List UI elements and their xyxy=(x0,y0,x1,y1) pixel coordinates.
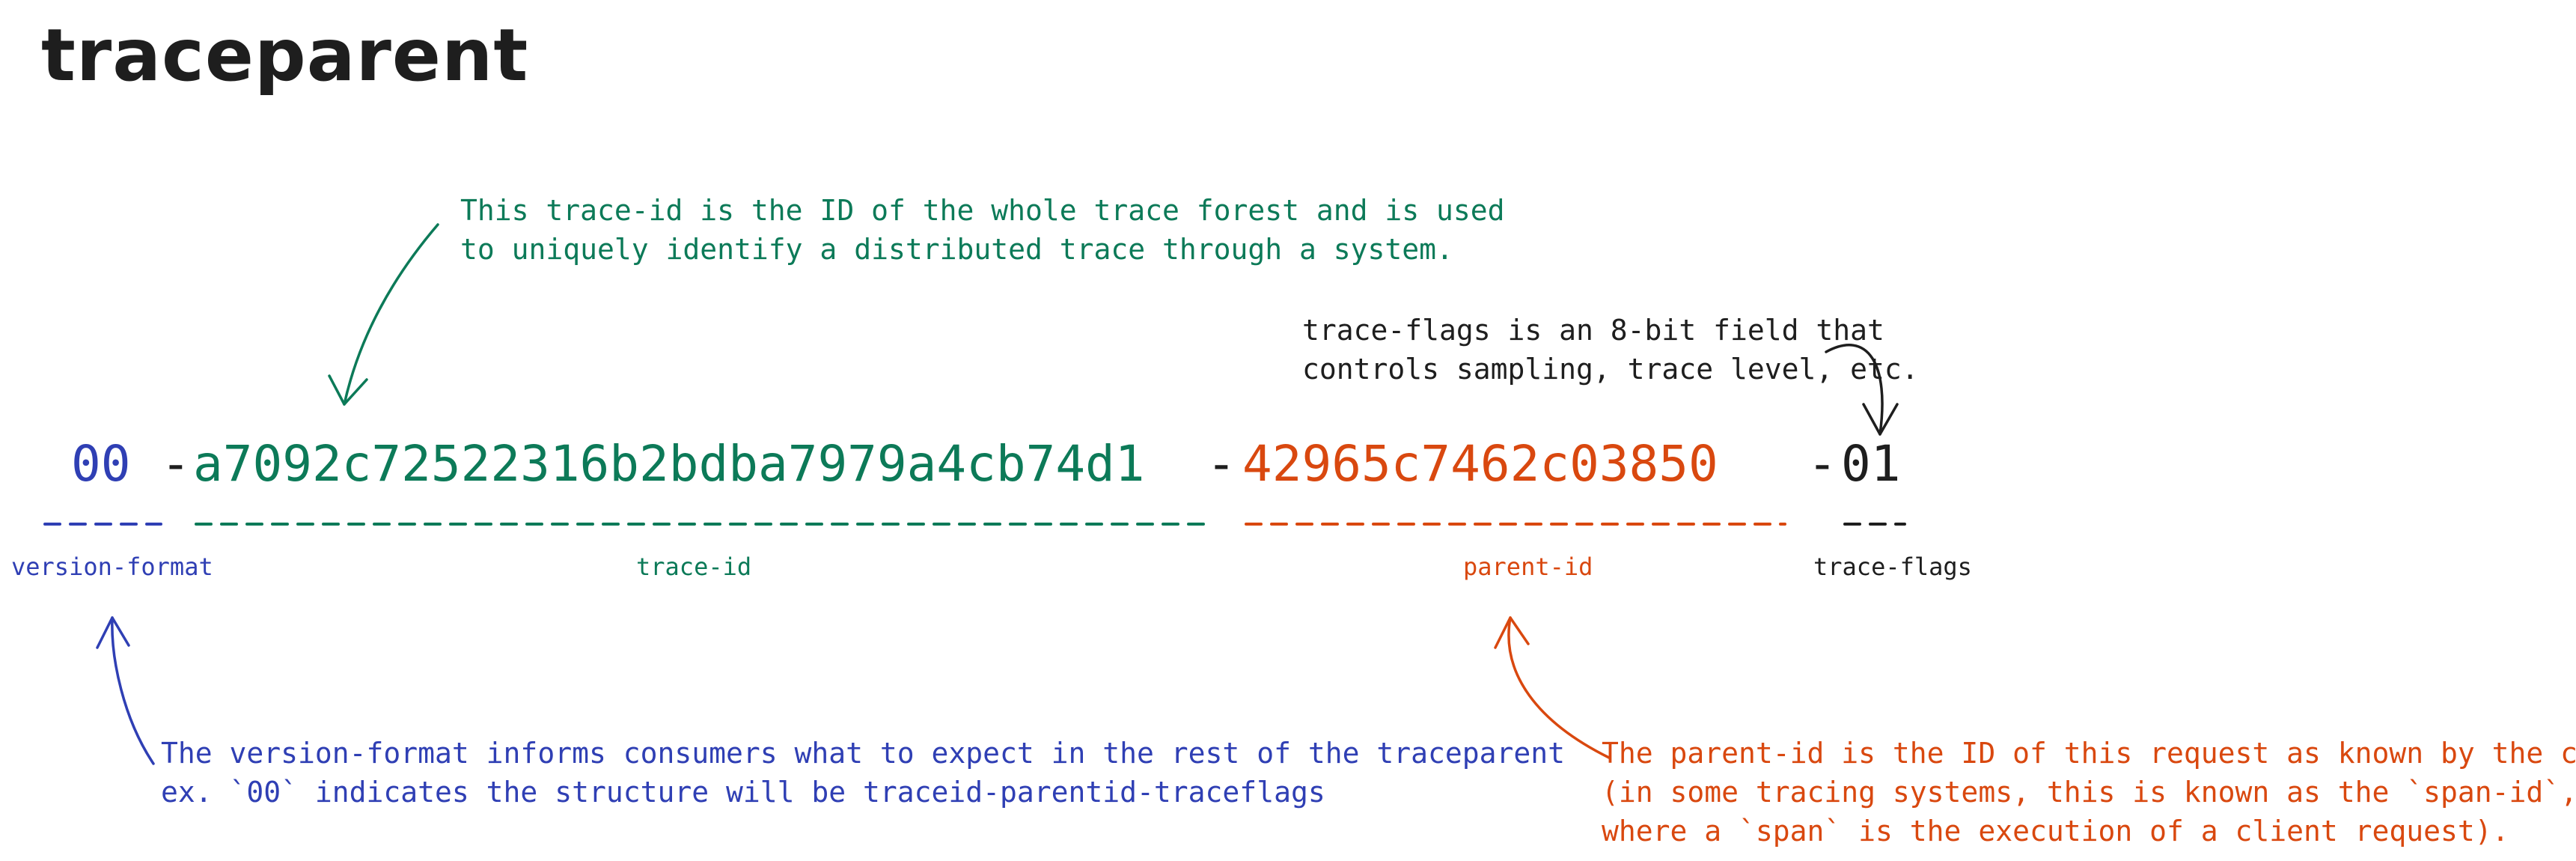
version-format-arrow xyxy=(111,616,155,765)
trace-id-arrow xyxy=(343,223,439,406)
parent-id-arrowhead xyxy=(1494,616,1530,649)
connector-layer xyxy=(43,223,1906,765)
